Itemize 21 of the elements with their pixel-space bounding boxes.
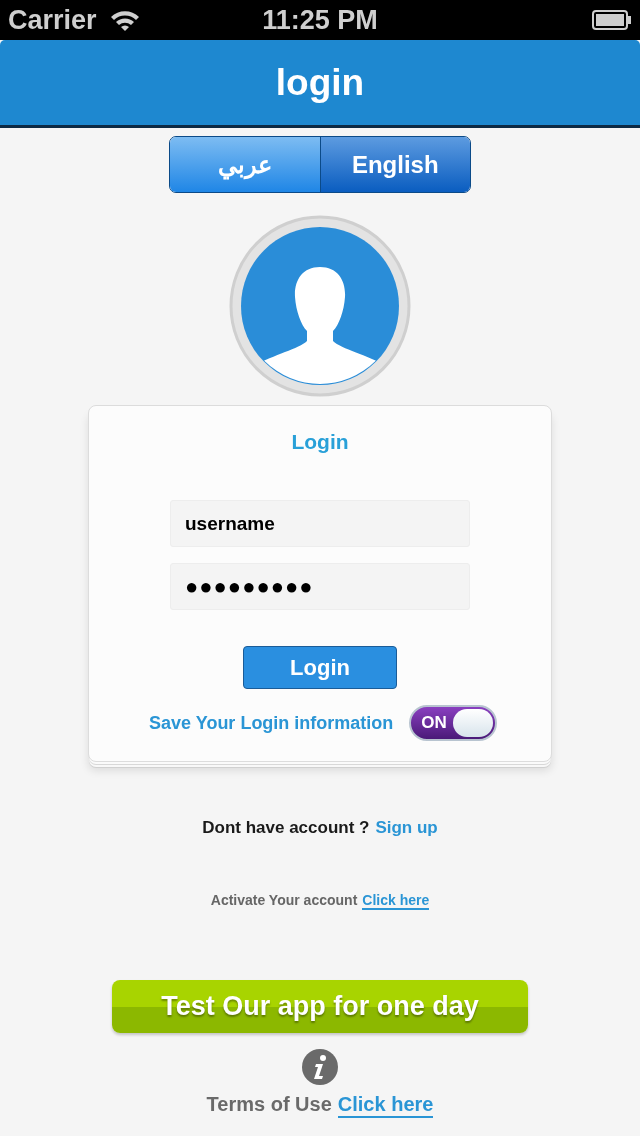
save-login-label: Save Your Login information xyxy=(149,712,394,734)
terms-label: Terms of Use xyxy=(206,1093,332,1117)
activate-link[interactable]: Click here xyxy=(362,892,430,910)
signup-link[interactable]: Sign up xyxy=(375,818,438,838)
info-icon[interactable] xyxy=(302,1049,338,1085)
login-button[interactable]: Login xyxy=(243,646,397,689)
carrier-name: Carrier xyxy=(8,4,97,36)
avatar-icon xyxy=(229,215,411,397)
terms-link[interactable]: Click here xyxy=(337,1093,434,1118)
username-field[interactable]: username xyxy=(170,500,470,547)
card-title: Login xyxy=(291,430,349,454)
save-login-toggle[interactable]: ON xyxy=(409,705,498,741)
clock-time: 11:25 PM xyxy=(262,4,378,35)
trial-button[interactable]: Test Our app for one day xyxy=(112,980,528,1033)
password-field[interactable]: ●●●●●●●●● xyxy=(170,563,470,610)
language-tab[interactable]: عربي xyxy=(170,137,320,192)
battery-icon xyxy=(592,10,632,30)
signup-prompt: Dont have account ? xyxy=(202,818,370,838)
nav-title: login xyxy=(275,61,365,104)
language-tab[interactable]: English xyxy=(319,137,470,192)
activate-prompt: Activate Your account xyxy=(210,892,358,910)
